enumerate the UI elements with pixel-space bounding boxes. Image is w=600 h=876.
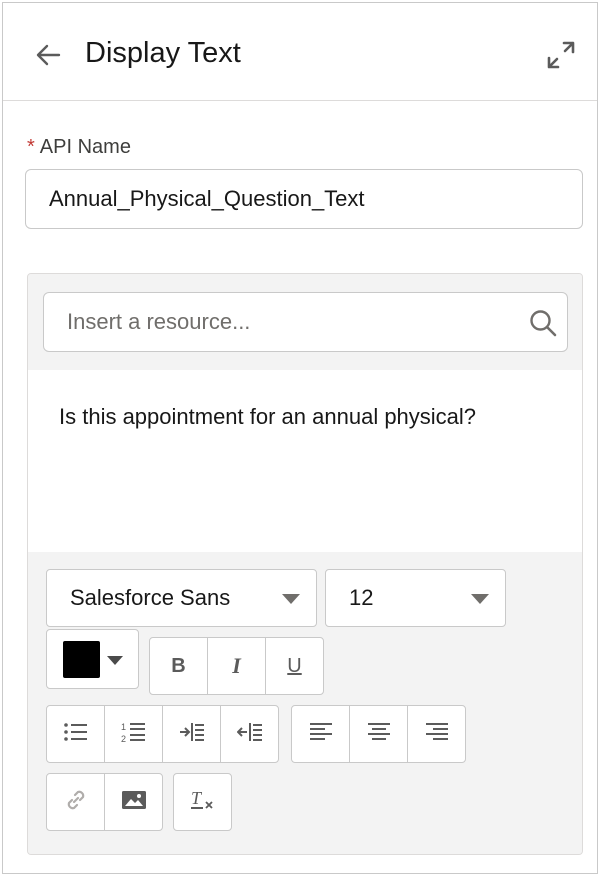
bold-icon: B bbox=[171, 654, 186, 677]
bulleted-list-button[interactable] bbox=[46, 705, 105, 763]
insert-button-group bbox=[46, 773, 163, 831]
expand-icon[interactable] bbox=[545, 39, 577, 71]
resource-picker-area bbox=[28, 274, 582, 370]
editor-content-area[interactable]: Is this appointment for an annual physic… bbox=[28, 370, 582, 552]
display-text-panel: Display Text *API Name Is this appointme… bbox=[2, 2, 598, 874]
indent-icon bbox=[179, 721, 205, 748]
align-left-icon bbox=[309, 722, 333, 747]
numbered-list-button[interactable]: 1 2 bbox=[104, 705, 163, 763]
format-button-group: B I U bbox=[149, 637, 324, 695]
back-arrow-icon[interactable] bbox=[33, 39, 65, 71]
indent-button[interactable] bbox=[162, 705, 221, 763]
underline-icon: U bbox=[287, 654, 302, 677]
italic-button[interactable]: I bbox=[207, 637, 266, 695]
clear-format-button-group: T bbox=[173, 773, 232, 831]
clear-formatting-icon: T bbox=[189, 787, 217, 818]
chevron-down-icon bbox=[471, 594, 489, 604]
clear-formatting-button[interactable]: T bbox=[173, 773, 232, 831]
api-name-label-text: API Name bbox=[39, 136, 131, 158]
svg-text:T: T bbox=[191, 788, 203, 808]
outdent-button[interactable] bbox=[220, 705, 279, 763]
align-center-icon bbox=[367, 722, 391, 747]
link-icon bbox=[63, 787, 89, 818]
numbered-list-icon: 1 2 bbox=[121, 720, 147, 749]
align-left-button[interactable] bbox=[291, 705, 350, 763]
api-name-input[interactable] bbox=[25, 169, 583, 229]
rich-text-editor: Is this appointment for an annual physic… bbox=[27, 273, 583, 855]
editor-content-text[interactable]: Is this appointment for an annual physic… bbox=[59, 404, 476, 430]
panel-header: Display Text bbox=[3, 3, 597, 101]
panel-title: Display Text bbox=[85, 37, 241, 69]
font-size-value: 12 bbox=[349, 585, 374, 610]
font-size-select[interactable]: 12 bbox=[325, 569, 506, 627]
image-icon bbox=[121, 789, 147, 816]
svg-text:2: 2 bbox=[121, 734, 126, 744]
align-right-icon bbox=[425, 722, 449, 747]
resource-search-input[interactable] bbox=[43, 292, 568, 352]
font-family-value: Salesforce Sans bbox=[70, 585, 231, 610]
text-color-button[interactable] bbox=[46, 629, 139, 689]
align-center-button[interactable] bbox=[349, 705, 408, 763]
underline-button[interactable]: U bbox=[265, 637, 324, 695]
link-button[interactable] bbox=[46, 773, 105, 831]
color-swatch bbox=[63, 641, 100, 678]
font-family-select[interactable]: Salesforce Sans bbox=[46, 569, 317, 627]
bulleted-list-icon bbox=[63, 721, 89, 748]
align-right-button[interactable] bbox=[407, 705, 466, 763]
bold-button[interactable]: B bbox=[149, 637, 208, 695]
list-button-group: 1 2 bbox=[46, 705, 279, 763]
api-name-label: * API Name bbox=[27, 136, 131, 159]
align-button-group bbox=[291, 705, 466, 763]
image-button[interactable] bbox=[104, 773, 163, 831]
outdent-icon bbox=[236, 721, 263, 748]
italic-icon: I bbox=[232, 653, 241, 678]
search-icon bbox=[528, 308, 558, 338]
chevron-down-icon bbox=[282, 594, 300, 604]
chevron-down-icon bbox=[107, 656, 123, 665]
required-marker: * bbox=[27, 136, 35, 158]
svg-text:1: 1 bbox=[121, 722, 126, 732]
